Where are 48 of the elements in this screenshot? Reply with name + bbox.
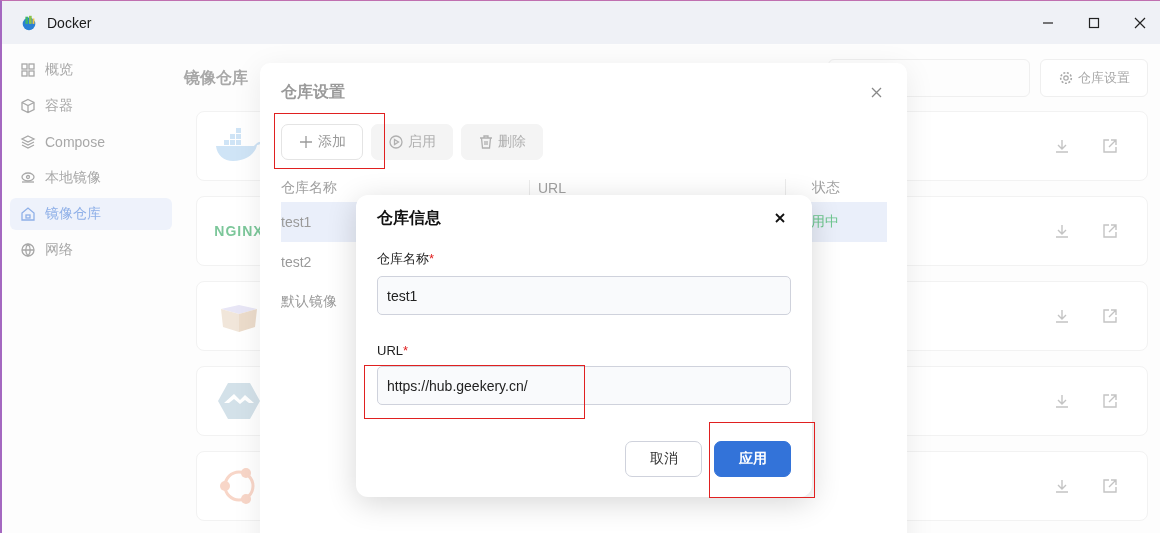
sidebar-item[interactable]: Compose: [10, 126, 172, 158]
apply-button[interactable]: 应用: [714, 441, 791, 477]
column-header: 仓库名称: [281, 179, 337, 197]
status-text: 用中: [811, 213, 839, 231]
globe-icon: [20, 242, 36, 258]
toolbar-button[interactable]: 添加: [281, 124, 363, 160]
page-title: 镜像仓库: [184, 67, 248, 88]
grid-icon: [20, 62, 36, 78]
download-icon[interactable]: [1055, 139, 1069, 153]
input-field[interactable]: test1: [377, 276, 791, 315]
column-header: 状态: [812, 179, 840, 197]
trash-icon: [478, 135, 493, 149]
eye-icon: [20, 170, 36, 186]
logo-wordmark: NGINX: [214, 223, 264, 239]
home-icon: [20, 206, 36, 222]
sidebar-item[interactable]: 容器: [10, 90, 172, 122]
close-icon[interactable]: [1134, 16, 1146, 29]
input-field[interactable]: https://hub.geekery.cn/: [377, 366, 791, 405]
table-cell: test1: [281, 214, 312, 230]
download-icon[interactable]: [1055, 309, 1069, 323]
settings-button[interactable]: 仓库设置: [1040, 59, 1148, 97]
app-logo-icon: [20, 13, 38, 32]
play-circle-icon: [388, 135, 403, 149]
external-link-icon[interactable]: [1103, 394, 1117, 408]
download-icon[interactable]: [1055, 224, 1069, 238]
window-title: Docker: [47, 14, 92, 31]
external-link-icon[interactable]: [1103, 309, 1117, 323]
plus-icon: [298, 135, 313, 149]
column-header: URL: [538, 180, 566, 196]
field-label: 仓库名称*: [377, 250, 435, 268]
sidebar-item[interactable]: 概览: [10, 54, 172, 86]
cube-icon: [20, 98, 36, 114]
settings-icon: [1058, 71, 1073, 85]
field-label: URL*: [377, 343, 409, 358]
maximize-icon[interactable]: [1088, 16, 1100, 29]
sidebar-item[interactable]: 镜像仓库: [10, 198, 172, 230]
dialog-title: 仓库设置: [281, 81, 345, 102]
download-icon[interactable]: [1055, 394, 1069, 408]
layers-icon: [20, 134, 36, 150]
close-icon[interactable]: [775, 213, 785, 223]
external-link-icon[interactable]: [1103, 224, 1117, 238]
external-link-icon[interactable]: [1103, 139, 1117, 153]
download-icon[interactable]: [1055, 479, 1069, 493]
sidebar-item[interactable]: 网络: [10, 234, 172, 266]
external-link-icon[interactable]: [1103, 479, 1117, 493]
sidebar-item[interactable]: 本地镜像: [10, 162, 172, 194]
cancel-button[interactable]: 取消: [625, 441, 702, 477]
dialog-title: 仓库信息: [377, 207, 441, 228]
